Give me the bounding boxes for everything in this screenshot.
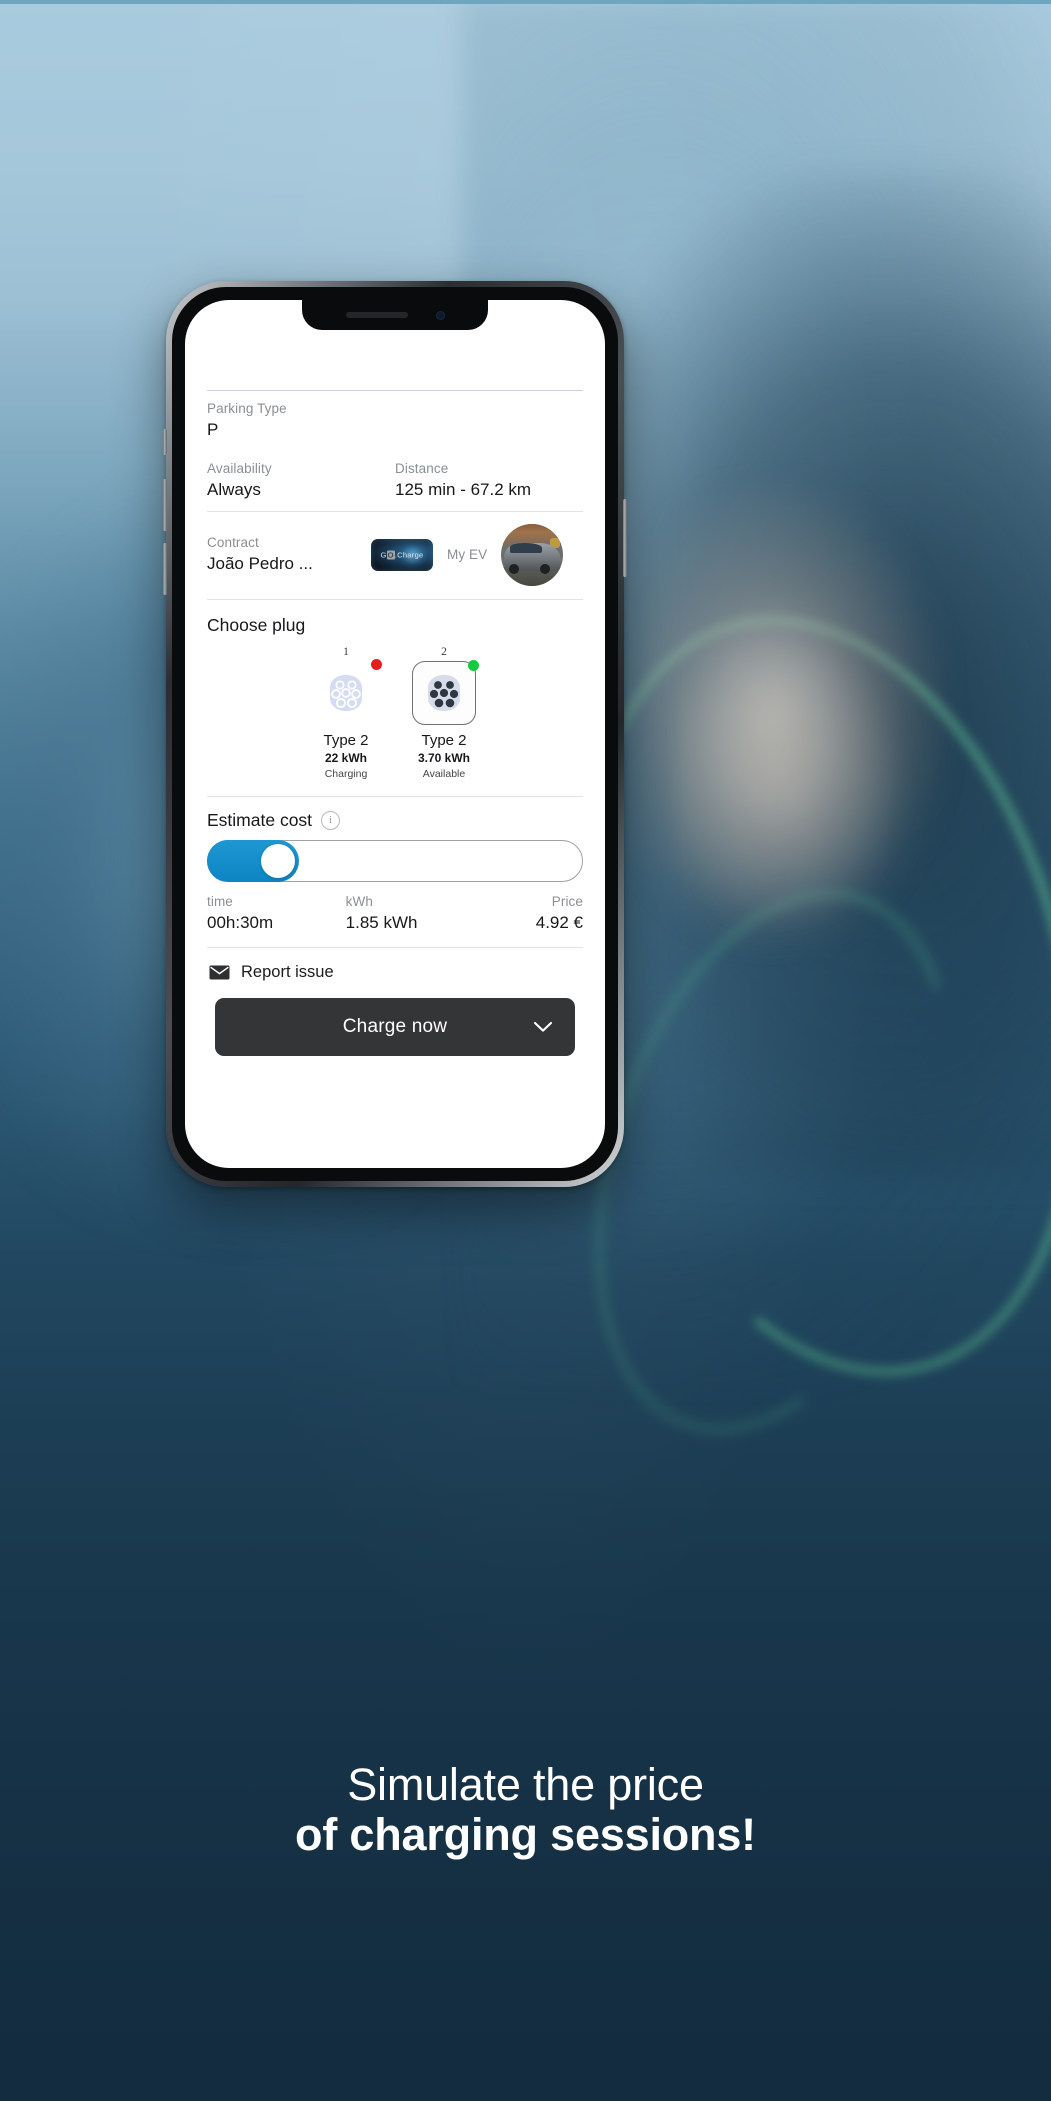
contract-value: João Pedro ... [207,554,313,574]
estimate-cost-toggle-knob[interactable] [261,844,295,879]
vehicle-avatar-icon[interactable] [501,524,564,587]
info-icon[interactable]: i [321,811,341,831]
promo-caption: Simulate the price of charging sessions! [0,1759,1051,1861]
type2-plug-icon [428,675,460,712]
distance-cell: Distance 125 min - 67.2 km [395,460,583,502]
plug-2-name: Type 2 [421,732,467,750]
plug-list: 1 Type 2 22 kWh Charging 2 Type 2 3.70 k… [207,642,583,796]
charge-now-button[interactable]: Charge now [215,998,575,1057]
promo-caption-line-1: Simulate the price [347,1759,704,1810]
avatar-windshield [509,542,543,553]
avatar-wheel-rear [539,563,550,574]
plug-2-status-badge [468,660,479,672]
parking-type-value: P [207,420,219,440]
plug-1-state: Charging [324,768,368,781]
plug-2-power: 3.70 kWh [417,751,471,766]
gocharge-logo-icon: GO.Charge [371,539,433,572]
availability-label: Availability [207,461,272,477]
plug-2-state: Available [422,768,466,781]
background-top-edge [0,0,1051,4]
estimate-price-label: Price [551,894,584,910]
phone-screen: Parking Type P Availability Always Dista… [185,300,605,1168]
parking-type-row: Parking Type P [207,391,583,451]
screenshot-stage: Parking Type P Availability Always Dista… [0,0,1051,2101]
plug-1-status-badge [371,659,382,671]
estimate-time-value: 00h:30m [207,913,274,933]
estimate-time-cell: time 00h:30m [207,893,326,935]
availability-value: Always [207,480,261,500]
estimate-energy-value: 1.85 kWh [345,913,418,933]
contract-label: Contract [207,535,259,551]
plug-1-card[interactable] [314,659,382,725]
plug-2-card[interactable] [412,660,479,726]
speaker-grille-icon [345,312,408,318]
estimate-cost-header: Estimate cost i [207,797,583,840]
estimate-energy-label: kWh [345,894,373,910]
estimate-price-cell: Price 4.92 € [464,893,583,935]
parking-type-label: Parking Type [207,401,287,416]
estimate-energy-cell: kWh 1.85 kWh [326,893,465,935]
estimate-time-label: time [207,894,233,910]
app-content: Parking Type P Availability Always Dista… [185,300,605,1168]
distance-value: 125 min - 67.2 km [395,480,532,500]
plug-1-name: Type 2 [323,732,369,750]
power-button[interactable] [623,499,627,577]
estimate-cost-title: Estimate cost [207,810,313,831]
plug-1-power: 22 kWh [324,751,367,766]
estimate-cost-toggle[interactable] [207,840,299,883]
contract-cell[interactable]: Contract João Pedro ... [207,534,357,576]
phone-bezel: Parking Type P Availability Always Dista… [172,287,618,1181]
mute-switch[interactable] [163,429,167,455]
estimate-price-value: 4.92 € [535,913,584,933]
my-ev-cell[interactable]: My EV [447,546,487,564]
plug-2-number: 2 [441,646,447,659]
avatar-wheel-front [508,563,519,574]
phone-mockup: Parking Type P Availability Always Dista… [163,281,627,1187]
my-ev-label: My EV [447,546,488,562]
availability-cell: Availability Always [207,460,395,502]
cta-container: Charge now [207,988,583,1057]
report-issue-label: Report issue [241,963,334,982]
choose-plug-title: Choose plug [207,615,306,636]
volume-down-button[interactable] [163,543,167,595]
plug-option-2[interactable]: 2 Type 2 3.70 kWh Available [395,646,493,780]
plug-option-1[interactable]: 1 Type 2 22 kWh Charging [297,646,395,780]
type2-plug-icon [330,675,362,712]
distance-label: Distance [395,461,449,477]
phone-notch [302,300,488,330]
volume-up-button[interactable] [163,479,167,531]
front-camera-icon [435,310,445,320]
gocharge-logo-text: GO.Charge [380,550,424,560]
estimate-values-row: time 00h:30m kWh 1.85 kWh Price 4.92 € [207,882,583,947]
contract-row: Contract João Pedro ... GO.Charge My EV [207,512,583,599]
promo-caption-line-2: of charging sessions! [295,1809,756,1861]
mail-icon [209,965,230,980]
chevron-down-icon[interactable] [533,1021,553,1033]
report-issue-row[interactable]: Report issue [207,948,583,988]
plug-1-number: 1 [343,646,349,659]
estimate-cost-toggle-track[interactable] [207,840,583,883]
availability-distance-row: Availability Always Distance 125 min - 6… [207,451,583,511]
charge-now-label: Charge now [342,1016,448,1038]
